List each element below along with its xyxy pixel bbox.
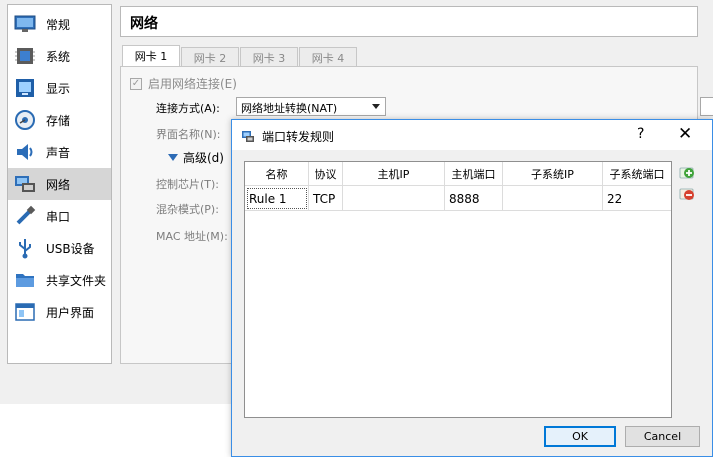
mac-address-label: MAC 地址(M): (156, 230, 228, 243)
cell-guest-port[interactable]: 22 (603, 186, 671, 211)
add-rule-button[interactable] (677, 164, 697, 184)
port-forwarding-icon (241, 129, 255, 146)
shared-folder-icon (12, 268, 38, 292)
sidebar-item-system[interactable]: 系统 (8, 40, 111, 72)
section-title: 网络 (120, 6, 698, 37)
column-header-name[interactable]: 名称 (245, 162, 309, 186)
sidebar-item-label: 网络 (46, 177, 71, 192)
general-icon (12, 12, 38, 36)
interface-name-label: 界面名称(N): (156, 128, 221, 141)
sidebar-item-label: 声音 (46, 145, 71, 160)
cancel-button[interactable]: Cancel (625, 426, 700, 447)
sidebar-item-shared-folders[interactable]: 共享文件夹 (8, 264, 111, 296)
close-icon[interactable]: ✕ (678, 124, 692, 144)
sidebar-item-label: 串口 (46, 209, 71, 224)
sidebar-item-label: 系统 (46, 49, 71, 64)
tab-adapter-4[interactable]: 网卡 4 (299, 47, 357, 66)
remove-rule-icon (679, 188, 694, 200)
chevron-down-icon (372, 104, 380, 109)
storage-icon (12, 108, 38, 132)
attached-to-label: 连接方式(A): (156, 102, 220, 115)
settings-sidebar: 常规 系统 显示 存储 声音 网络 串口 USB设备 共享文件夹 用户界面 (7, 4, 112, 364)
user-interface-icon (12, 300, 38, 324)
column-header-protocol[interactable]: 协议 (309, 162, 343, 186)
enable-network-checkbox[interactable]: ✓ (130, 77, 142, 90)
sidebar-item-usb[interactable]: USB设备 (8, 232, 111, 264)
advanced-label: 高级(d) (183, 151, 224, 165)
ok-button[interactable]: OK (544, 426, 616, 447)
sidebar-item-label: 存储 (46, 113, 71, 128)
cell-guest-ip[interactable] (503, 186, 603, 211)
dialog-titlebar: 端口转发规则 ? ✕ (232, 120, 712, 150)
expand-arrow-icon (168, 154, 178, 161)
sidebar-item-audio[interactable]: 声音 (8, 136, 111, 168)
cell-protocol[interactable]: TCP (309, 186, 343, 211)
adapter-type-label: 控制芯片(T): (156, 178, 220, 191)
sidebar-item-label: 用户界面 (46, 305, 95, 320)
sidebar-item-display[interactable]: 显示 (8, 72, 111, 104)
column-header-guest-port[interactable]: 子系统端口 (603, 162, 671, 186)
help-button[interactable]: ? (637, 126, 644, 142)
cell-name[interactable]: Rule 1 (245, 186, 309, 211)
tab-adapter-3[interactable]: 网卡 3 (240, 47, 298, 66)
enable-network-row[interactable]: ✓ 启用网络连接(E) (130, 75, 237, 92)
port-forwarding-table: 名称 协议 主机IP 主机端口 子系统IP 子系统端口 Rule 1 TCP 8… (244, 161, 672, 418)
attached-to-value: 网络地址转换(NAT) (241, 102, 338, 115)
cell-host-port[interactable]: 8888 (445, 186, 503, 211)
advanced-toggle[interactable]: 高级(d) (168, 149, 224, 166)
dialog-title: 端口转发规则 (262, 130, 335, 144)
audio-icon (12, 140, 38, 164)
enable-network-label: 启用网络连接(E) (148, 77, 237, 91)
serial-port-icon (12, 204, 38, 228)
column-header-host-ip[interactable]: 主机IP (343, 162, 445, 186)
sidebar-item-label: USB设备 (46, 241, 95, 256)
remove-rule-button[interactable] (677, 185, 697, 205)
usb-icon (12, 236, 38, 260)
cell-host-ip[interactable] (343, 186, 445, 211)
network-icon (12, 172, 38, 196)
sidebar-item-serial-port[interactable]: 串口 (8, 200, 111, 232)
sidebar-item-label: 显示 (46, 81, 71, 96)
sidebar-item-general[interactable]: 常规 (8, 8, 111, 40)
system-icon (12, 44, 38, 68)
attached-to-combobox[interactable]: 网络地址转换(NAT) (236, 97, 386, 116)
column-header-host-port[interactable]: 主机端口 (445, 162, 503, 186)
promiscuous-mode-label: 混杂模式(P): (156, 203, 219, 216)
sidebar-item-label: 共享文件夹 (46, 273, 107, 288)
table-row[interactable]: Rule 1 TCP 8888 22 (245, 186, 671, 211)
tab-adapter-1[interactable]: 网卡 1 (122, 45, 180, 67)
display-icon (12, 76, 38, 100)
column-header-guest-ip[interactable]: 子系统IP (503, 162, 603, 186)
port-forwarding-dialog: 端口转发规则 ? ✕ 名称 协议 主机IP 主机端口 子系统IP 子系统端口 R… (231, 119, 713, 457)
tab-adapter-2[interactable]: 网卡 2 (181, 47, 239, 66)
table-header: 名称 协议 主机IP 主机端口 子系统IP 子系统端口 (245, 162, 671, 186)
add-rule-icon (679, 167, 694, 179)
sidebar-item-network[interactable]: 网络 (8, 168, 111, 200)
name-combobox-edge (700, 97, 713, 116)
sidebar-item-storage[interactable]: 存储 (8, 104, 111, 136)
sidebar-item-label: 常规 (46, 17, 71, 32)
sidebar-item-user-interface[interactable]: 用户界面 (8, 296, 111, 328)
